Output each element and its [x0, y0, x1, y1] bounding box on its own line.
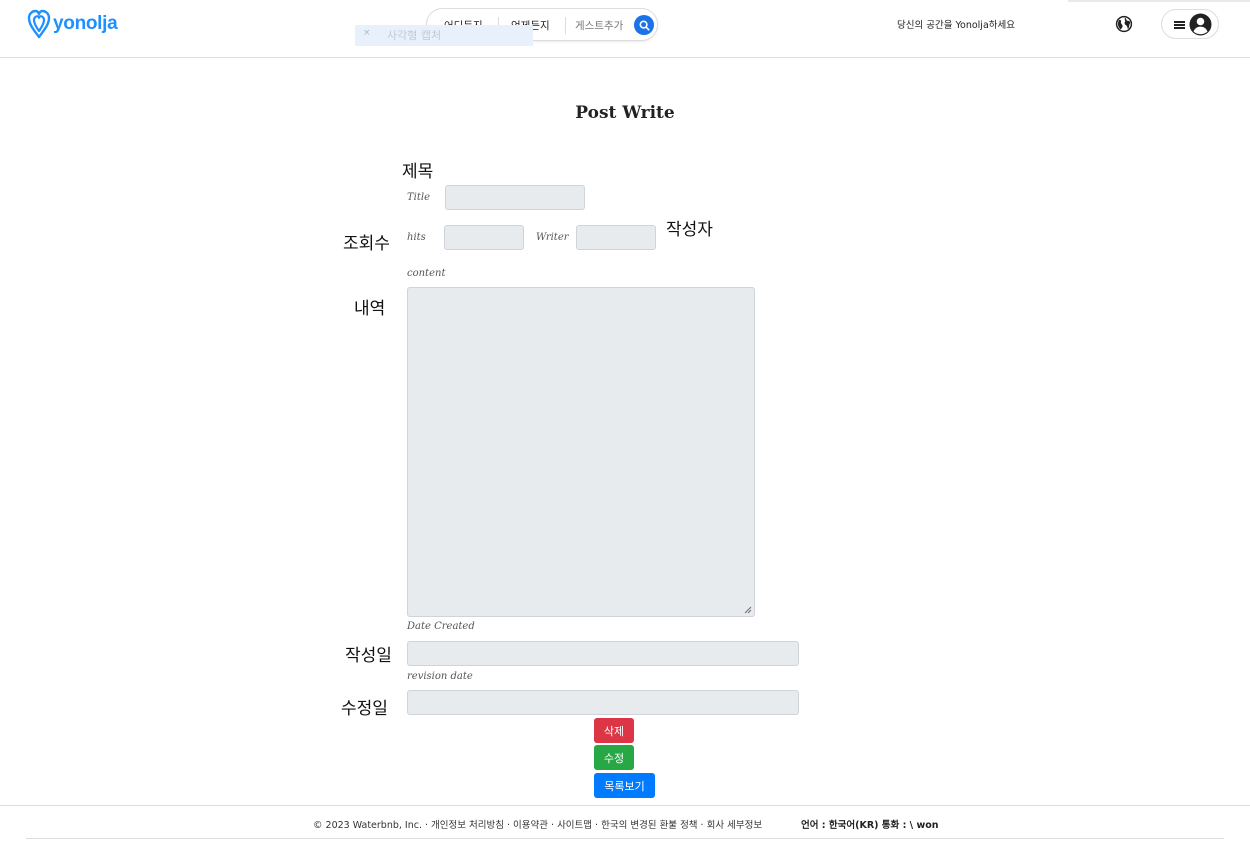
- created-label-ko: 작성일: [345, 646, 392, 666]
- host-tagline-link[interactable]: 당신의 공간을 Yonolja하세요: [897, 17, 1015, 31]
- search-divider: [565, 17, 566, 34]
- resize-handle-icon[interactable]: [744, 606, 752, 614]
- top-navbar: yonolja 어디든지 언제든지 게스트추가 × 사각형 캡처 당신의 공간을…: [0, 0, 1250, 58]
- page-title: Post Write: [575, 103, 675, 123]
- hits-label-en: hits: [407, 232, 426, 243]
- language-currency-selector[interactable]: 언어 : 한국어(KR) 통화 : \ won: [801, 817, 939, 831]
- capture-close-icon: ×: [363, 28, 371, 38]
- edit-button[interactable]: 수정: [594, 745, 634, 770]
- header-top-edge: [1068, 0, 1250, 2]
- user-menu-button[interactable]: [1161, 9, 1219, 39]
- footer-divider: [0, 805, 1250, 806]
- globe-icon[interactable]: [1115, 15, 1133, 33]
- hits-label-ko: 조회수: [343, 234, 390, 254]
- writer-label-en: Writer: [536, 232, 569, 243]
- revised-label-en: revision date: [407, 671, 473, 682]
- capture-overlay-tab: × 사각형 캡처: [355, 25, 533, 46]
- list-button[interactable]: 목록보기: [594, 773, 655, 798]
- capture-label: 사각형 캡처: [387, 29, 442, 42]
- footer-links[interactable]: © 2023 Waterbnb, Inc. · 개인정보 처리방침 · 이용약관…: [313, 817, 762, 831]
- footer-bottom-divider: [26, 838, 1224, 839]
- revised-label-ko: 수정일: [341, 699, 388, 719]
- title-label-en: Title: [407, 192, 431, 203]
- revised-date-input[interactable]: [407, 690, 799, 715]
- title-label-ko: 제목: [402, 162, 434, 182]
- user-avatar-icon: [1189, 13, 1212, 36]
- created-date-input[interactable]: [407, 641, 799, 666]
- hits-input[interactable]: [444, 225, 524, 250]
- title-input[interactable]: [445, 185, 585, 210]
- brand-name: yonolja: [53, 13, 118, 34]
- writer-input[interactable]: [576, 225, 656, 250]
- yonolja-logo-icon: [27, 9, 51, 39]
- content-label-en: content: [407, 268, 446, 279]
- search-guests[interactable]: 게스트추가: [575, 18, 623, 33]
- search-button[interactable]: [634, 15, 654, 35]
- delete-button[interactable]: 삭제: [594, 718, 634, 743]
- content-textarea[interactable]: [407, 287, 755, 617]
- brand-logo[interactable]: yonolja: [26, 8, 118, 40]
- hamburger-icon: [1174, 21, 1185, 29]
- content-label-ko: 내역: [354, 299, 386, 319]
- search-icon: [638, 19, 650, 31]
- writer-label-ko: 작성자: [666, 220, 713, 240]
- created-label-en: Date Created: [407, 621, 475, 632]
